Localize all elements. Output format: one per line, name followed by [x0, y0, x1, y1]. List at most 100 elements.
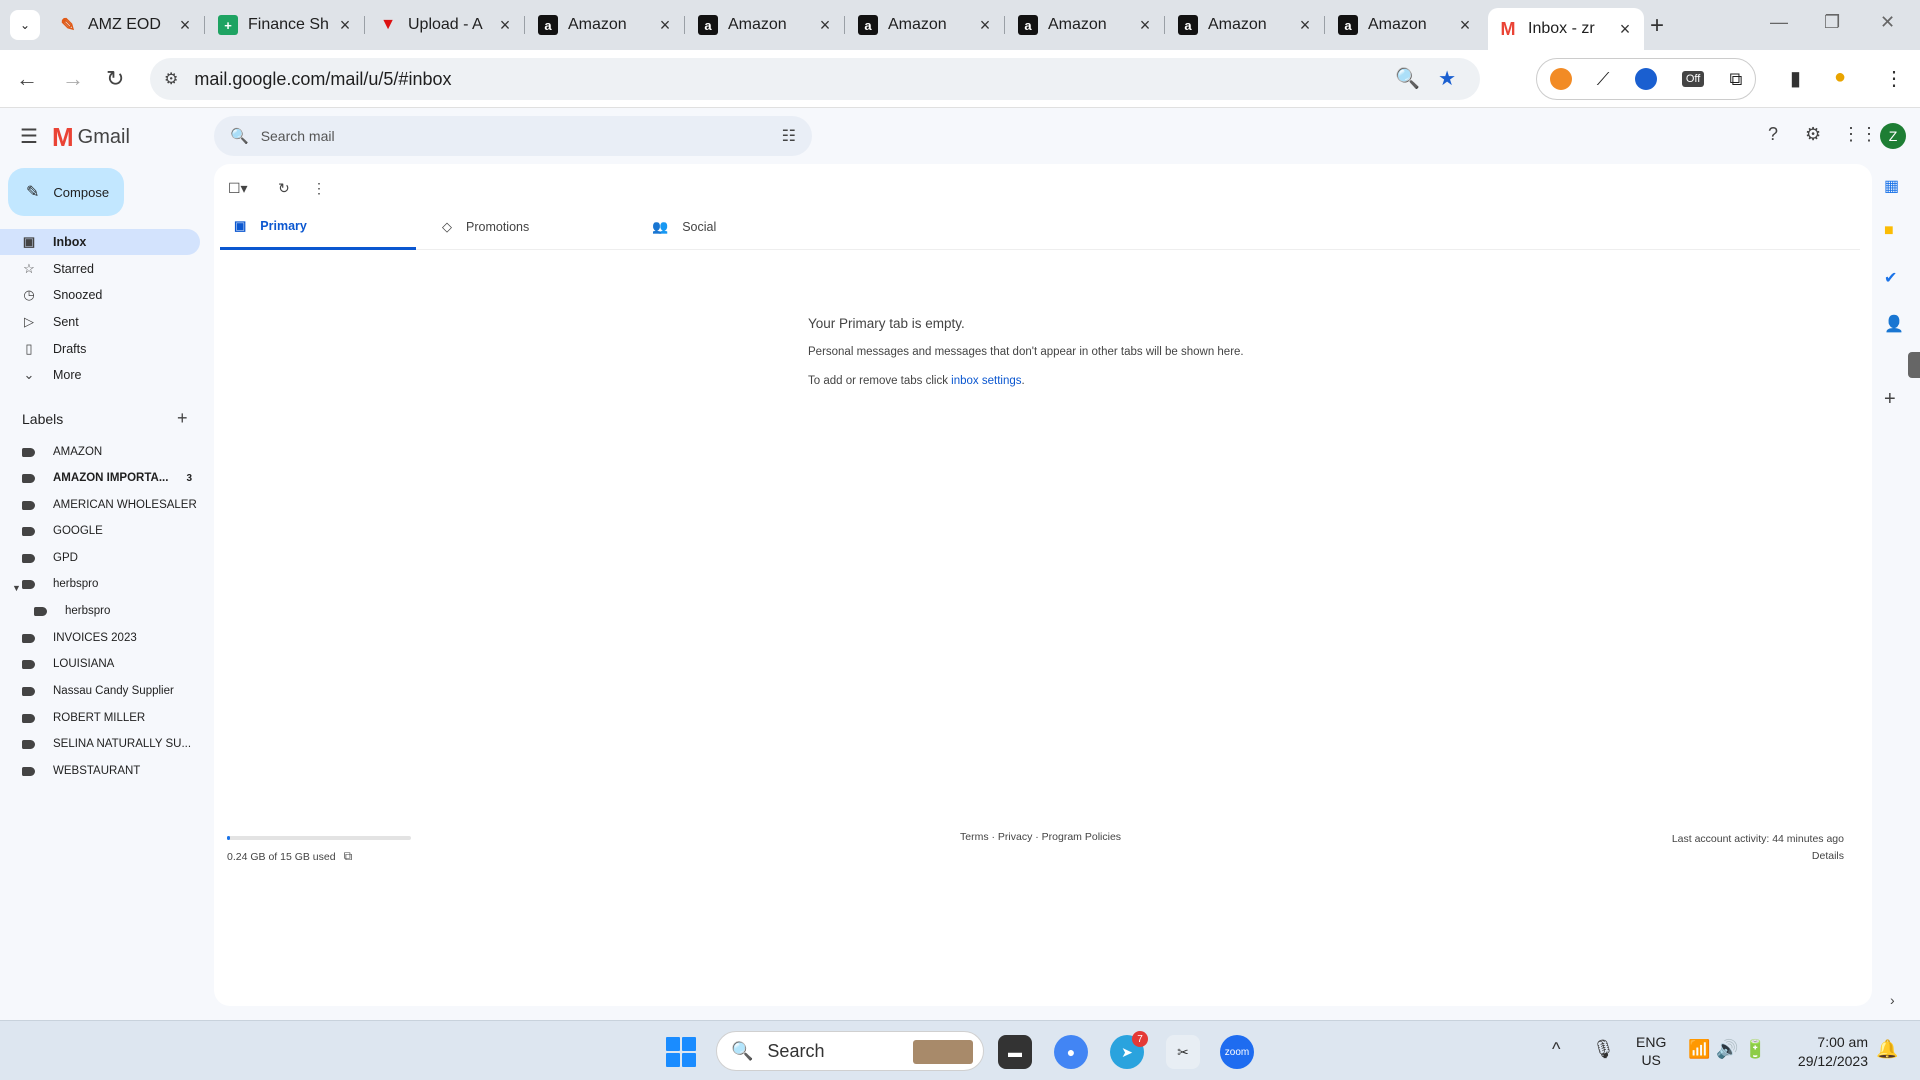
label-item-child[interactable]: herbspro [0, 598, 200, 624]
select-checkbox-icon[interactable]: ☐▾ [228, 180, 248, 197]
new-tab-icon[interactable]: + [1650, 12, 1664, 40]
compose-button[interactable]: ✎ Compose [8, 168, 124, 216]
site-info-icon[interactable]: ⚙ [164, 69, 178, 89]
close-icon[interactable]: × [976, 15, 994, 36]
refresh-icon[interactable]: ↻ [278, 180, 290, 197]
search-options-icon[interactable]: ☷ [782, 126, 796, 146]
minimize-icon[interactable]: — [1770, 12, 1788, 33]
close-icon[interactable]: × [1136, 15, 1154, 36]
browser-tab[interactable]: a Amazon × [688, 8, 845, 42]
bookmark-star-icon[interactable]: ★ [1438, 68, 1456, 90]
details-link[interactable]: Details [1672, 848, 1844, 865]
label-item[interactable]: AMERICAN WHOLESALER [0, 492, 200, 518]
label-item[interactable]: AMAZON [0, 439, 200, 465]
wifi-icon[interactable]: 📶 [1688, 1039, 1710, 1060]
label-item[interactable]: AMAZON IMPORTA... 3 [0, 465, 200, 491]
restore-icon[interactable]: ❐ [1824, 12, 1840, 33]
notifications-bell-icon[interactable]: 🔔 [1876, 1039, 1898, 1060]
tasks-icon[interactable]: ✔ [1884, 268, 1897, 288]
label-item[interactable]: INVOICES 2023 [0, 625, 200, 651]
extension-off-badge[interactable]: Off [1681, 71, 1705, 87]
system-clock[interactable]: 7:00 am 29/12/2023 [1784, 1033, 1868, 1071]
show-hidden-icons-icon[interactable]: ^ [1552, 1039, 1560, 1060]
microphone-icon[interactable]: 🎙 [1592, 1039, 1615, 1060]
add-label-icon[interactable]: + [177, 408, 188, 429]
close-icon[interactable]: × [496, 15, 514, 36]
reload-icon[interactable]: ↻ [106, 66, 124, 92]
extensions-puzzle-icon[interactable]: ⧉ [1730, 69, 1743, 90]
nav-item-sent[interactable]: ▷ Sent [0, 309, 200, 335]
chrome-icon[interactable]: ● [1054, 1035, 1088, 1069]
nav-item-inbox[interactable]: ▣ Inbox [0, 229, 200, 255]
avatar[interactable]: Z [1880, 123, 1906, 149]
close-icon[interactable]: × [816, 15, 834, 36]
tab-promotions[interactable]: ◇ Promotions [428, 204, 624, 250]
tab-social[interactable]: 👥 Social [638, 204, 834, 250]
label-item[interactable]: LOUISIANA [0, 651, 200, 677]
browser-tab[interactable]: a Amazon × [528, 8, 685, 42]
gmail-logo[interactable]: M Gmail [52, 122, 130, 153]
browser-tab[interactable]: a Amazon × [1168, 8, 1325, 42]
volume-icon[interactable]: 🔊 [1716, 1039, 1738, 1060]
apps-grid-icon[interactable]: ⋮⋮ [1842, 124, 1878, 145]
search-input[interactable] [260, 128, 782, 144]
zoom-icon[interactable]: 🔍 [1395, 68, 1420, 90]
settings-gear-icon[interactable]: ⚙ [1805, 124, 1821, 145]
label-item[interactable]: Nassau Candy Supplier [0, 678, 200, 704]
profile-icon[interactable]: ● [1834, 66, 1846, 89]
side-panel-icon[interactable]: ▮ [1790, 66, 1801, 91]
expand-side-panel-icon[interactable]: › [1890, 992, 1895, 1008]
close-icon[interactable]: × [1616, 19, 1634, 40]
keep-icon[interactable]: ■ [1884, 222, 1894, 240]
add-addon-icon[interactable]: + [1884, 388, 1896, 411]
help-icon[interactable]: ? [1768, 124, 1778, 145]
close-icon[interactable]: × [1456, 15, 1474, 36]
window-close-icon[interactable]: ✕ [1880, 12, 1895, 33]
snipping-tool-icon[interactable]: ✂ [1166, 1035, 1200, 1069]
browser-tab[interactable]: + Finance Sh × [208, 8, 365, 42]
browser-tab[interactable]: ▼ Upload - A × [368, 8, 525, 42]
open-external-icon[interactable]: ⧉ [344, 849, 353, 864]
extension-orange-icon[interactable] [1549, 68, 1572, 90]
close-icon[interactable]: × [336, 15, 354, 36]
forward-icon[interactable]: → [62, 66, 84, 92]
back-icon[interactable]: ← [16, 66, 38, 92]
main-menu-icon[interactable]: ☰ [20, 124, 38, 149]
close-icon[interactable]: × [656, 15, 674, 36]
side-panel-handle[interactable] [1908, 352, 1920, 378]
search-icon[interactable]: 🔍 [230, 127, 249, 145]
tab-search-icon[interactable]: ⌄ [10, 10, 40, 40]
label-item[interactable]: GOOGLE [0, 518, 200, 544]
nav-item-snoozed[interactable]: ◷ Snoozed [0, 282, 200, 308]
address-bar[interactable]: ⚙ mail.google.com/mail/u/5/#inbox 🔍 ★ [150, 58, 1480, 100]
footer-links[interactable]: Terms · Privacy · Program Policies [960, 831, 1121, 843]
nav-item-drafts[interactable]: ▯ Drafts [0, 336, 200, 362]
extension-blue-icon[interactable] [1634, 68, 1657, 90]
browser-tab-active[interactable]: M Inbox - zr × [1488, 8, 1644, 50]
taskbar-search[interactable]: 🔍 Search [716, 1031, 984, 1071]
more-vert-icon[interactable]: ⋮ [312, 180, 326, 197]
label-item[interactable]: ROBERT MILLER [0, 705, 200, 731]
close-icon[interactable]: × [1296, 15, 1314, 36]
label-item[interactable]: GPD [0, 545, 200, 571]
label-item[interactable]: herbspro [0, 571, 200, 597]
browser-tab[interactable]: a Amazon × [1328, 8, 1484, 42]
windows-start-icon[interactable] [666, 1037, 696, 1067]
browser-tab[interactable]: a Amazon × [1008, 8, 1165, 42]
calendar-icon[interactable]: ▦ [1884, 176, 1899, 196]
nav-item-more[interactable]: ⌄ More [0, 362, 200, 388]
extension-arrow-icon[interactable]: ⟋ [1597, 69, 1610, 90]
zoom-icon[interactable]: zoom [1220, 1035, 1254, 1069]
label-item[interactable]: WEBSTAURANT [0, 758, 200, 784]
contacts-icon[interactable]: 👤 [1884, 314, 1904, 334]
close-icon[interactable]: × [176, 15, 194, 36]
input-language[interactable]: ENG US [1636, 1033, 1666, 1069]
nav-item-starred[interactable]: ☆ Starred [0, 256, 200, 282]
browser-tab[interactable]: a Amazon × [848, 8, 1005, 42]
file-explorer-icon[interactable]: ▬ [998, 1035, 1032, 1069]
label-item[interactable]: SELINA NATURALLY SU... [0, 731, 200, 757]
browser-menu-icon[interactable]: ⋮ [1884, 66, 1904, 91]
tab-primary[interactable]: ▣ Primary [220, 204, 416, 250]
battery-icon[interactable]: 🔋 [1744, 1039, 1766, 1060]
browser-tab[interactable]: ✎ AMZ EOD × [48, 8, 205, 42]
